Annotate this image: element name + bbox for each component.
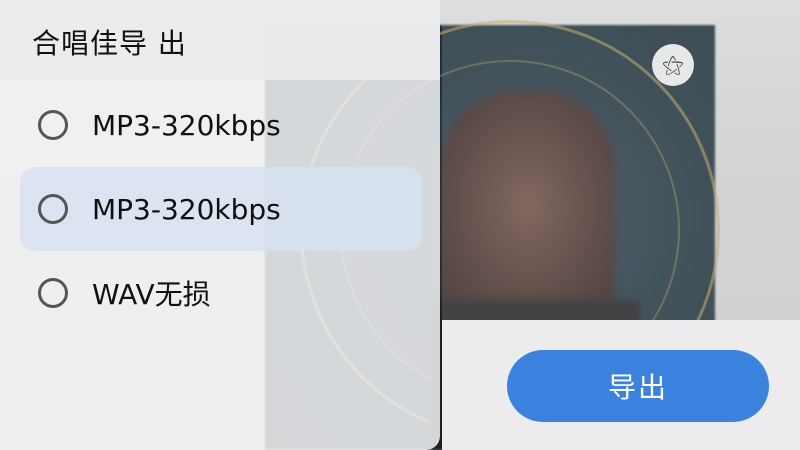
format-option-wav[interactable]: WAV无损 bbox=[20, 251, 422, 335]
share-icon-glyph: ⚝ bbox=[662, 52, 684, 78]
export-screen: ⚝ 合唱佳导 出 MP3-320kbps MP3-320kbps WAV无损 导… bbox=[0, 0, 800, 450]
radio-button[interactable] bbox=[38, 194, 68, 224]
format-option-label: MP3-320kbps bbox=[92, 108, 281, 142]
radio-button[interactable] bbox=[38, 278, 68, 308]
export-button[interactable]: 导出 bbox=[507, 350, 769, 422]
format-option-mp3-first[interactable]: MP3-320kbps bbox=[20, 83, 422, 167]
share-icon[interactable]: ⚝ bbox=[652, 44, 694, 86]
panel-header: 合唱佳导 出 bbox=[0, 0, 440, 80]
format-panel: 合唱佳导 出 MP3-320kbps MP3-320kbps WAV无损 bbox=[0, 0, 440, 450]
radio-button[interactable] bbox=[38, 110, 68, 140]
format-option-label: MP3-320kbps bbox=[92, 192, 281, 226]
format-option-mp3-second[interactable]: MP3-320kbps bbox=[20, 167, 422, 251]
dialog-title: 合唱佳导 出 bbox=[32, 27, 187, 60]
format-option-label: WAV无损 bbox=[92, 278, 211, 311]
export-button-label: 导出 bbox=[607, 371, 668, 404]
